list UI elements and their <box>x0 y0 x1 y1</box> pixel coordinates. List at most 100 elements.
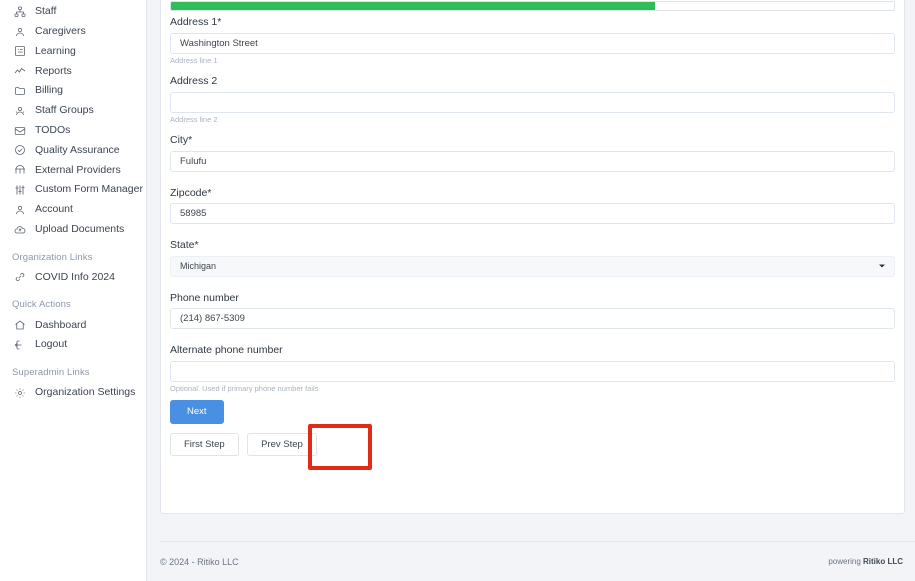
logout-icon <box>14 339 26 351</box>
wizard-step-row: First Step Prev Step <box>170 432 895 456</box>
address1-input[interactable] <box>170 32 895 54</box>
sidebar-item-organization-settings[interactable]: Organization Settings <box>0 383 146 403</box>
cloud-upload-icon <box>14 224 26 236</box>
sidebar-item-label: Staff Groups <box>35 104 94 117</box>
alternate-phone-input[interactable] <box>170 360 895 382</box>
sidebar-item-label: Learning <box>35 44 76 57</box>
sidebar-item-label: Dashboard <box>35 318 87 331</box>
footer-powering-prefix: powering <box>828 557 863 566</box>
phone-input[interactable] <box>170 308 895 329</box>
sidebar-item-label: Staff <box>35 5 57 18</box>
link-icon <box>14 271 26 283</box>
sidebar-item-covid-info-2024[interactable]: COVID Info 2024 <box>0 268 146 288</box>
sidebar-item-label: External Providers <box>35 163 121 176</box>
sidebar-item-dashboard[interactable]: Dashboard <box>0 315 146 335</box>
sidebar-item-learning[interactable]: Learning <box>0 42 146 62</box>
sidebar-item-logout[interactable]: Logout <box>0 335 146 355</box>
sidebar-item-label: Logout <box>35 338 68 351</box>
sidebar-item-label: Account <box>35 203 73 216</box>
sidebar-item-custom-form-manager[interactable]: Custom Form Manager <box>0 180 146 200</box>
alternate-phone-label: Alternate phone number <box>170 344 283 356</box>
sidebar-item-billing[interactable]: Billing <box>0 81 146 101</box>
folder-icon <box>14 85 26 97</box>
chevron-down-icon <box>879 264 885 268</box>
sidebar-section-quick-actions: Quick Actions <box>12 299 71 311</box>
sidebar-item-staff-groups[interactable]: Staff Groups <box>0 101 146 121</box>
address1-help: Address line 1 <box>170 55 218 65</box>
sidebar-section-organization-links: Organization Links <box>12 251 93 263</box>
form-card: Address 1* Address line 1 Address 2 Addr… <box>160 0 905 514</box>
sidebar-item-quality-assurance[interactable]: Quality Assurance <box>0 141 146 161</box>
address2-help: Address line 2 <box>170 114 218 124</box>
field-state: State* Michigan <box>170 240 895 277</box>
next-button[interactable]: Next <box>170 400 224 424</box>
sidebar-item-label: Caregivers <box>35 24 86 37</box>
state-select[interactable]: Michigan <box>170 255 895 277</box>
footer-copyright: © 2024 - Ritiko LLC <box>160 556 239 567</box>
book-grid-icon <box>14 45 26 57</box>
sidebar: Staff Caregivers Learning Reports Billin… <box>0 0 147 581</box>
sidebar-item-account[interactable]: Account <box>0 200 146 220</box>
prev-step-button[interactable]: Prev Step <box>247 432 317 456</box>
sidebar-item-todos[interactable]: TODOs <box>0 121 146 141</box>
first-step-button[interactable]: First Step <box>170 432 239 456</box>
page-footer: © 2024 - Ritiko LLC powering Ritiko LLC <box>160 541 915 581</box>
sidebar-item-label: TODOs <box>35 123 71 136</box>
bridge-icon <box>14 164 26 176</box>
field-zipcode: Zipcode* <box>170 186 895 224</box>
users-group-icon <box>14 105 26 117</box>
field-address1: Address 1* Address line 1 <box>170 17 895 64</box>
sliders-icon <box>14 184 26 196</box>
state-label: State* <box>170 239 199 251</box>
footer-powering-brand: Ritiko LLC <box>863 557 903 566</box>
alternate-phone-help: Optional. Used if primary phone number f… <box>170 383 319 393</box>
field-phone: Phone number <box>170 291 895 329</box>
sidebar-item-staff[interactable]: Staff <box>0 2 146 22</box>
zipcode-input[interactable] <box>170 203 895 224</box>
sidebar-item-label: COVID Info 2024 <box>35 270 115 283</box>
wizard-progress-fill <box>171 2 656 10</box>
address2-input[interactable] <box>170 91 895 113</box>
sidebar-item-reports[interactable]: Reports <box>0 61 146 81</box>
sidebar-item-label: Upload Documents <box>35 222 125 235</box>
sidebar-item-label: Organization Settings <box>35 386 136 399</box>
app-root: Staff Caregivers Learning Reports Billin… <box>0 0 915 581</box>
check-circle-icon <box>14 144 26 156</box>
city-input[interactable] <box>170 150 895 172</box>
sidebar-section-superadmin-links: Superadmin Links <box>12 366 90 378</box>
footer-powering: powering Ritiko LLC <box>828 557 903 566</box>
field-address2: Address 2 Address line 2 <box>170 76 895 123</box>
zipcode-label: Zipcode* <box>170 186 212 199</box>
field-city: City* <box>170 135 895 172</box>
phone-label: Phone number <box>170 291 239 304</box>
address-form: Address 1* Address line 1 Address 2 Addr… <box>170 17 895 456</box>
address2-label: Address 2 <box>170 75 218 87</box>
wizard-progress-bar <box>170 1 895 11</box>
wizard-next-row: Next <box>170 400 895 424</box>
org-chart-icon <box>14 6 26 18</box>
sidebar-item-label: Quality Assurance <box>35 143 120 156</box>
gear-icon <box>14 387 26 399</box>
sidebar-item-external-providers[interactable]: External Providers <box>0 160 146 180</box>
envelope-icon <box>14 125 26 137</box>
sidebar-item-caregivers[interactable]: Caregivers <box>0 22 146 42</box>
sidebar-item-upload-documents[interactable]: Upload Documents <box>0 220 146 240</box>
address1-label: Address 1* <box>170 16 222 28</box>
user-icon <box>14 26 26 38</box>
line-chart-icon <box>14 65 26 77</box>
main-content: Address 1* Address line 1 Address 2 Addr… <box>147 0 915 581</box>
user-icon <box>14 204 26 216</box>
state-select-value: Michigan <box>180 261 217 271</box>
sidebar-item-label: Custom Form Manager <box>35 183 143 196</box>
city-label: City* <box>170 134 193 146</box>
sidebar-item-label: Billing <box>35 84 64 97</box>
field-alternate-phone: Alternate phone number Optional. Used if… <box>170 345 895 392</box>
